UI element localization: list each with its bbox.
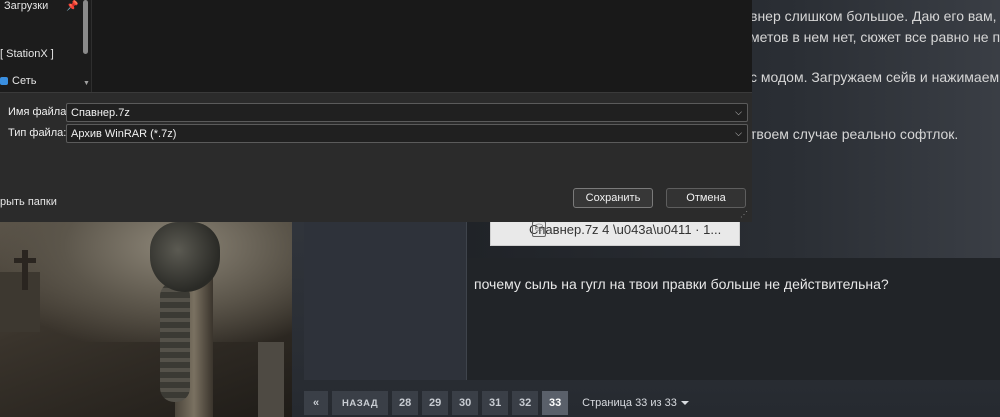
filename-input[interactable]: Спавнер.7z ⌵ [66, 103, 748, 122]
filename-value: Спавнер.7z [71, 106, 130, 119]
chevron-down-icon[interactable]: ⌵ [735, 128, 742, 139]
save-button[interactable]: Сохранить [573, 188, 653, 208]
save-file-dialog: Загрузки 📌 [ StationX ] Сеть ▼ Имя файла… [0, 0, 752, 222]
filetype-value: Архив WinRAR (*.7z) [71, 127, 177, 140]
page-link[interactable]: 30 [452, 391, 479, 415]
nav-scrollbar[interactable]: ▼ [82, 0, 90, 92]
avatar-artwork [0, 222, 292, 417]
post-text-line: твоем случае реально софтлок. [750, 126, 959, 142]
page-link[interactable]: 32 [512, 391, 539, 415]
navigation-pane: Загрузки 📌 [ StationX ] Сеть ▼ [0, 0, 92, 92]
cancel-button[interactable]: Отмена [666, 188, 746, 208]
nav-item-label: [ StationX ] [0, 48, 54, 60]
screen: внер слишком большое. Даю его вам, б мет… [0, 0, 1000, 417]
hide-folders-toggle[interactable]: рыть папки [0, 196, 57, 208]
file-list-pane[interactable] [92, 0, 752, 92]
file-icon: ⛁ [532, 221, 546, 237]
filename-label: Имя файла: [8, 106, 70, 118]
pagination: « НАЗАД 28 29 30 31 32 33 Страница 33 из… [304, 391, 689, 415]
current-page: 33 [542, 391, 569, 415]
attachment-label: Спавнер.7z 4 \u043a\u0411 · 1... [529, 221, 722, 237]
page-link[interactable]: 31 [482, 391, 509, 415]
pin-icon[interactable]: 📌 [66, 1, 78, 12]
page-link[interactable]: 28 [392, 391, 419, 415]
scrollbar-thumb[interactable] [83, 0, 88, 54]
post-text-line: внер слишком большое. Даю его вам, б [750, 8, 1000, 24]
page-link[interactable]: 29 [422, 391, 449, 415]
page-selector[interactable]: Страница 33 из 33 [582, 397, 689, 409]
post-text-line: с модом. Загружаем сейв и нажимаем I [750, 69, 1000, 85]
post-text-line: метов в нем нет, сюжет все равно не по [750, 29, 1000, 45]
reply-text: почему сыль на гугл на твои правки больш… [474, 276, 889, 292]
first-page-button[interactable]: « [304, 391, 328, 415]
back-button[interactable]: НАЗАД [332, 391, 389, 415]
caret-down-icon [680, 401, 689, 405]
resize-grip-icon[interactable]: ⋰ [740, 210, 748, 219]
nav-item-label: Загрузки [4, 0, 49, 12]
nav-item-downloads[interactable]: Загрузки 📌 [4, 0, 79, 12]
network-icon [0, 77, 8, 85]
nav-item-label: Сеть [12, 75, 37, 87]
page-info-label: Страница 33 из 33 [582, 397, 677, 409]
chevron-down-icon[interactable]: ⌵ [735, 107, 742, 118]
scroll-down-icon[interactable]: ▼ [83, 80, 90, 87]
nav-item-stationx[interactable]: [ StationX ] [0, 48, 54, 60]
filetype-label: Тип файла: [8, 127, 67, 139]
nav-item-network[interactable]: Сеть [0, 75, 36, 87]
filetype-select[interactable]: Архив WinRAR (*.7z) ⌵ [66, 124, 748, 143]
